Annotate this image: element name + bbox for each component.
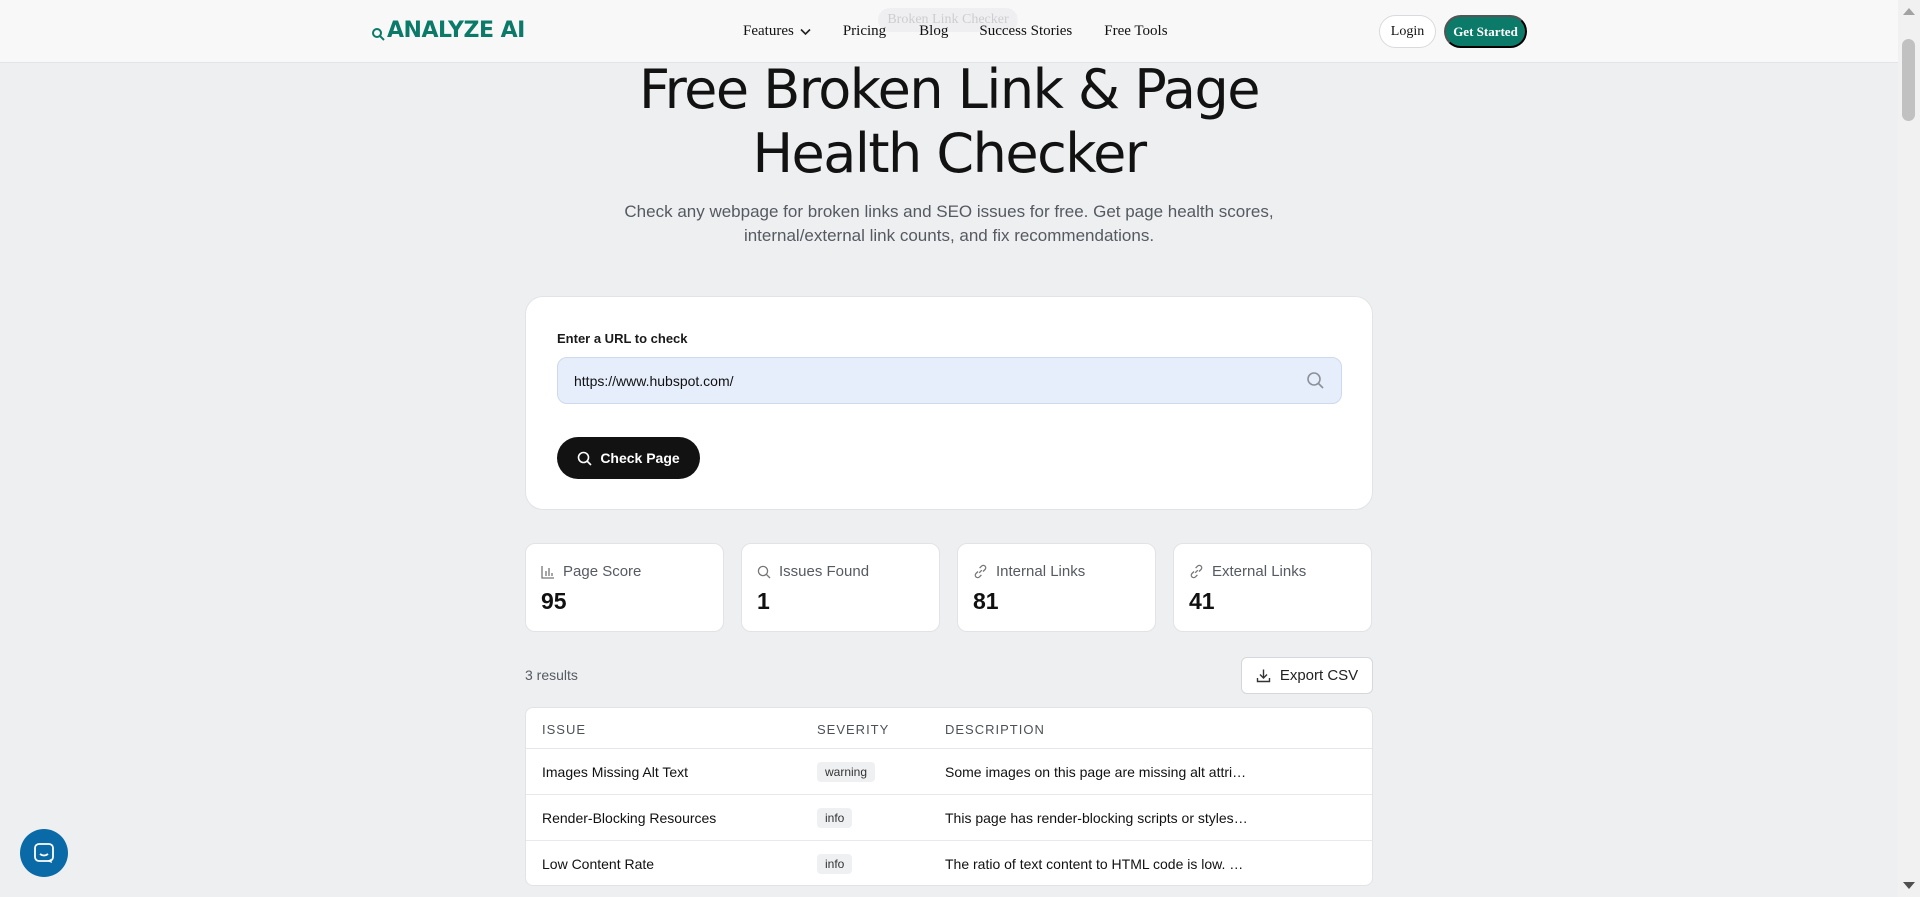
url-input[interactable]: [557, 357, 1342, 404]
page-subtitle-line-1: Check any webpage for broken links and S…: [624, 202, 1274, 221]
link-icon: [1190, 564, 1203, 579]
download-icon: [1256, 669, 1271, 683]
url-input-label: Enter a URL to check: [557, 331, 688, 346]
stat-header: Issues Found: [757, 563, 869, 580]
column-header-description[interactable]: DESCRIPTION: [945, 722, 1045, 737]
url-check-card: Enter a URL to check Check Page: [525, 296, 1373, 510]
issue-cell: Images Missing Alt Text: [542, 764, 689, 780]
top-navbar: ANALYZE AI Broken Link Checker Features …: [0, 0, 1898, 63]
export-csv-button[interactable]: Export CSV: [1241, 657, 1373, 694]
stat-header: External Links: [1189, 563, 1306, 580]
nav-item-label: Features: [743, 23, 794, 39]
nav-item-success-stories[interactable]: Success Stories: [979, 23, 1072, 40]
results-table: ISSUE SEVERITY DESCRIPTION Images Missin…: [525, 707, 1373, 886]
logo-magnifier-icon: [372, 27, 385, 41]
bar-chart-icon: [541, 565, 554, 579]
stat-header: Page Score: [541, 563, 641, 580]
export-csv-label: Export CSV: [1279, 667, 1359, 684]
table-row[interactable]: Images Missing Alt Text warning Some ima…: [526, 749, 1372, 795]
stat-label: Page Score: [563, 563, 642, 580]
stat-value: 1: [757, 588, 770, 614]
stat-card-page-score: Page Score 95: [525, 543, 724, 632]
issue-cell: Render-Blocking Resources: [542, 810, 717, 826]
check-page-button[interactable]: Check Page: [557, 437, 700, 479]
stat-value: 81: [973, 588, 999, 614]
main-nav: Features Pricing Blog Success Stories Fr…: [743, 23, 1168, 40]
stat-card-external-links: External Links 41: [1173, 543, 1372, 632]
results-count: 3 results: [525, 667, 578, 683]
check-page-label: Check Page: [600, 450, 680, 466]
stat-card-internal-links: Internal Links 81: [957, 543, 1156, 632]
search-icon: [578, 451, 592, 466]
get-started-button[interactable]: Get Started: [1444, 15, 1527, 48]
brand-name: ANALYZE AI: [387, 18, 525, 43]
nav-item-label: Blog: [919, 23, 949, 39]
search-icon: [1307, 372, 1324, 389]
description-cell: The ratio of text content to HTML code i…: [945, 856, 1248, 872]
scroll-up-arrow-icon[interactable]: [1903, 8, 1915, 15]
description-cell: This page has render-blocking scripts or…: [945, 810, 1248, 826]
login-button[interactable]: Login: [1379, 15, 1436, 48]
page-title: Free Broken Link & Page Health Checker: [0, 58, 1898, 186]
severity-badge: warning: [817, 762, 876, 782]
description-cell: Some images on this page are missing alt…: [945, 764, 1248, 780]
stat-label: Issues Found: [779, 563, 870, 580]
page-subtitle-line-2: internal/external link counts, and fix r…: [743, 226, 1155, 245]
stat-label: External Links: [1212, 563, 1307, 580]
scrollbar-thumb[interactable]: [1902, 39, 1915, 121]
nav-item-features[interactable]: Features: [743, 23, 811, 40]
nav-item-blog[interactable]: Blog: [919, 23, 948, 40]
nav-item-label: Success Stories: [979, 23, 1073, 39]
chevron-down-icon: [800, 28, 811, 35]
stat-label: Internal Links: [996, 563, 1086, 580]
severity-badge: info: [817, 854, 853, 874]
chat-launcher-button[interactable]: [20, 829, 68, 877]
search-icon: [757, 565, 771, 578]
severity-badge: info: [817, 808, 853, 828]
table-header: ISSUE SEVERITY DESCRIPTION: [526, 708, 1372, 749]
stat-header: Internal Links: [973, 563, 1085, 580]
page-subtitle: Check any webpage for broken links and S…: [620, 200, 1278, 248]
page-title-line-2: Health Checker: [752, 122, 1147, 185]
scroll-down-arrow-icon[interactable]: [1903, 882, 1915, 889]
page-title-line-1: Free Broken Link & Page: [638, 58, 1261, 121]
column-header-issue[interactable]: ISSUE: [542, 722, 586, 737]
stat-value: 95: [541, 588, 567, 614]
nav-item-label: Pricing: [842, 23, 887, 39]
page-scrollbar[interactable]: [1898, 0, 1920, 897]
stat-value: 41: [1189, 588, 1215, 614]
table-row[interactable]: Low Content Rate info The ratio of text …: [526, 841, 1372, 885]
nav-item-pricing[interactable]: Pricing: [843, 23, 886, 40]
chat-icon: [34, 843, 54, 863]
column-header-severity[interactable]: SEVERITY: [817, 722, 889, 737]
brand-logo[interactable]: ANALYZE AI: [371, 18, 525, 43]
nav-item-free-tools[interactable]: Free Tools: [1104, 23, 1167, 40]
table-row[interactable]: Render-Blocking Resources info This page…: [526, 795, 1372, 841]
link-icon: [974, 564, 987, 579]
issue-cell: Low Content Rate: [542, 856, 655, 872]
nav-item-label: Free Tools: [1104, 23, 1168, 39]
stat-card-issues-found: Issues Found 1: [741, 543, 940, 632]
